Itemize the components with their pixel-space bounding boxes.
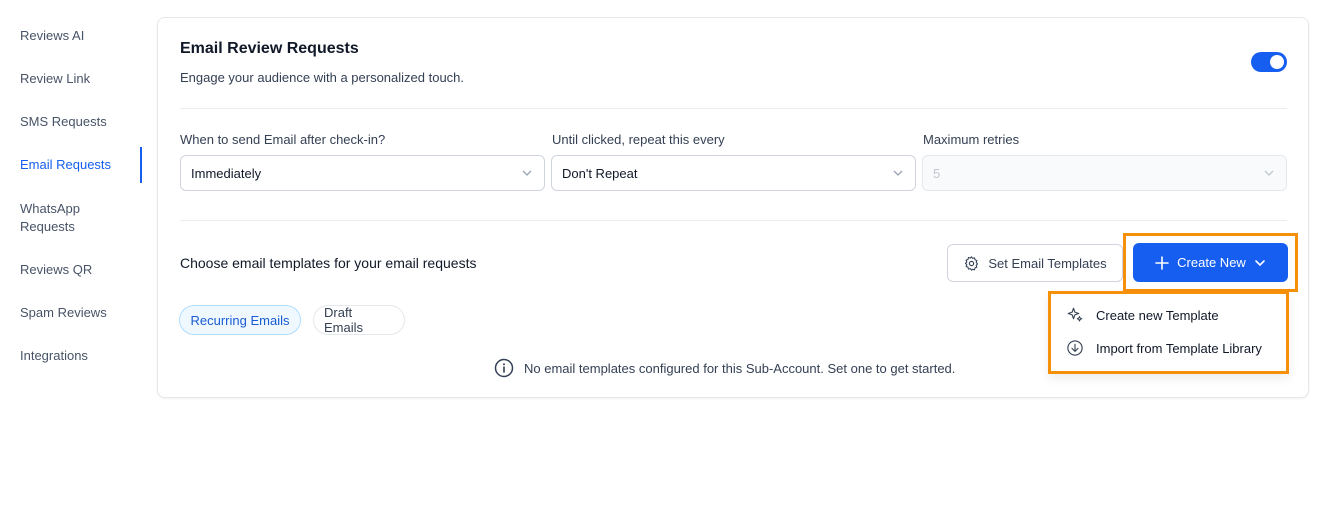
sidebar-item-sms-requests[interactable]: SMS Requests [0, 113, 115, 131]
set-email-templates-button[interactable]: Set Email Templates [947, 244, 1123, 282]
email-requests-toggle[interactable] [1251, 52, 1287, 72]
repeat-select[interactable]: Don't Repeat [551, 155, 916, 191]
sidebar-item-review-link[interactable]: Review Link [0, 70, 98, 88]
menu-item-label: Import from Template Library [1096, 340, 1262, 356]
chevron-down-icon [522, 170, 532, 176]
menu-item-label: Create new Template [1096, 307, 1219, 323]
set-email-templates-label: Set Email Templates [988, 255, 1107, 271]
sidebar-item-label: Reviews QR [20, 262, 93, 277]
tab-label: Draft Emails [324, 305, 364, 335]
sparkle-icon [1067, 307, 1083, 322]
sidebar-item-whatsapp-requests[interactable]: WhatsApp Requests [0, 200, 110, 236]
create-new-label: Create New [1177, 255, 1246, 270]
menu-item-import-from-library[interactable]: Import from Template Library [1066, 339, 1262, 357]
divider [180, 220, 1287, 221]
max-retries-select: 5 [922, 155, 1287, 191]
sidebar-item-label: WhatsApp Requests [20, 201, 80, 234]
create-new-button[interactable]: Create New [1133, 243, 1288, 282]
max-retries-label: Maximum retries [923, 132, 1020, 147]
menu-item-create-new-template[interactable]: Create new Template [1066, 306, 1219, 324]
sidebar-item-label: Reviews AI [20, 28, 85, 43]
empty-state-text: No email templates configured for this S… [524, 360, 956, 376]
tab-recurring-emails[interactable]: Recurring Emails [179, 305, 301, 335]
empty-state-message: No email templates configured for this S… [494, 358, 955, 378]
sidebar-item-email-requests[interactable]: Email Requests [0, 147, 142, 183]
tab-draft-emails[interactable]: Draft Emails [313, 305, 405, 335]
card-title: Email Review Requests [180, 40, 359, 57]
sidebar-item-label: Email Requests [20, 157, 112, 172]
download-circle-icon [1067, 340, 1083, 356]
chevron-down-icon [893, 170, 903, 176]
toggle-knob [1270, 55, 1284, 69]
tab-label: Recurring Emails [190, 312, 290, 328]
sidebar-item-reviews-qr[interactable]: Reviews QR [0, 261, 100, 279]
chevron-down-icon [1264, 170, 1274, 176]
create-new-dropdown: Create new Template Import from Template… [1048, 291, 1289, 374]
chevron-down-icon [1255, 259, 1265, 266]
templates-section-title: Choose email templates for your email re… [180, 255, 477, 271]
plus-icon [1155, 255, 1169, 270]
sidebar-item-reviews-ai[interactable]: Reviews AI [0, 27, 92, 45]
sidebar-item-spam-reviews[interactable]: Spam Reviews [0, 304, 115, 322]
sidebar-item-label: SMS Requests [20, 114, 107, 129]
send-after-select[interactable]: Immediately [180, 155, 545, 191]
sidebar-item-label: Integrations [20, 348, 88, 363]
max-retries-value: 5 [933, 165, 941, 181]
sidebar-item-integrations[interactable]: Integrations [0, 347, 96, 365]
repeat-value: Don't Repeat [562, 165, 638, 181]
info-icon [494, 358, 514, 378]
sidebar-item-label: Spam Reviews [20, 305, 107, 320]
gear-icon [965, 255, 979, 271]
send-after-value: Immediately [191, 165, 262, 181]
send-after-label: When to send Email after check-in? [180, 132, 386, 147]
divider [180, 108, 1287, 109]
card-subtitle: Engage your audience with a personalized… [180, 70, 465, 85]
repeat-label: Until clicked, repeat this every [552, 132, 725, 147]
sidebar-item-label: Review Link [20, 71, 91, 86]
